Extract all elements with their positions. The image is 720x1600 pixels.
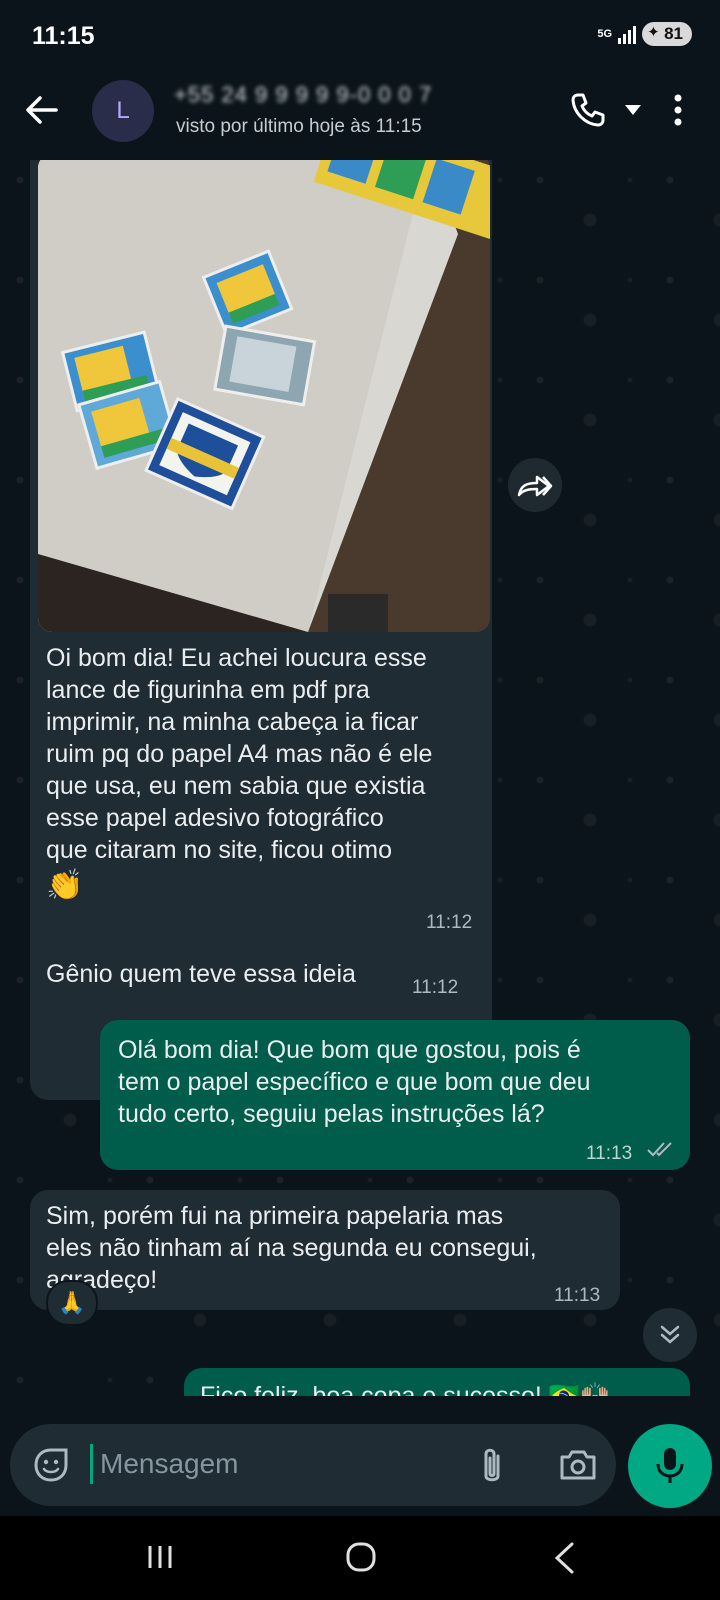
message-line: Olá bom dia! Que bom que gostou, pois é xyxy=(118,1036,581,1064)
status-time: 11:15 xyxy=(32,22,95,50)
chat-header: L +55 24 9 9 9 9 9-0 0 0 7 visto por últ… xyxy=(0,78,720,160)
stickers-photo[interactable] xyxy=(38,160,490,632)
system-navigation-bar xyxy=(0,1516,720,1600)
message-time: 11:13 xyxy=(554,1285,601,1306)
battery-indicator: ✦ 81 xyxy=(642,22,692,46)
camera-icon[interactable] xyxy=(558,1448,598,1482)
message-time: 11:12 xyxy=(412,977,459,998)
message-line: Sim, porém fui na primeira papelaria mas xyxy=(46,1202,504,1230)
forward-button[interactable] xyxy=(508,458,562,512)
status-bar: 11:15 5G ✦ 81 xyxy=(0,0,720,78)
voice-message-button[interactable] xyxy=(628,1424,712,1508)
caption-line: que usa, eu nem sabia que existia xyxy=(46,772,426,800)
double-chevron-down-icon xyxy=(660,1325,680,1344)
message-line: eles não tinham aí na segunda eu consegu… xyxy=(46,1234,537,1262)
message-bubble-incoming[interactable]: Sim, porém fui na primeira papelaria mas… xyxy=(30,1190,620,1310)
caption-line: que citaram no site, ficou otimo xyxy=(46,836,392,864)
message-time: 11:12 xyxy=(426,912,473,933)
microphone-icon xyxy=(656,1448,684,1483)
caption-line: ruim pq do papel A4 mas não é ele xyxy=(46,740,433,768)
call-options-caret-icon[interactable] xyxy=(624,104,642,116)
back-nav-icon[interactable] xyxy=(554,1542,574,1574)
message-line: tudo certo, seguiu pelas instruções lá? xyxy=(118,1100,545,1128)
contact-name[interactable]: +55 24 9 9 9 9 9-0 0 0 7 xyxy=(174,82,432,108)
network-type: 5G xyxy=(597,27,613,40)
message-caption: Oi bom dia! Eu achei loucura esse lance … xyxy=(46,642,486,906)
sticker-icon[interactable] xyxy=(32,1446,70,1484)
message-bubble-incoming[interactable]: Gênio quem teve essa ideia 11:12 xyxy=(30,946,478,1006)
home-icon[interactable] xyxy=(346,1542,376,1572)
message-time: 11:13 xyxy=(586,1143,633,1164)
message-line: agradeço! xyxy=(46,1266,158,1294)
status-icons: 5G ✦ 81 xyxy=(597,22,692,46)
message-text: Olá bom dia! Que bom que gostou, pois é … xyxy=(118,1034,591,1130)
message-bubble-outgoing[interactable]: Olá bom dia! Que bom que gostou, pois é … xyxy=(100,1020,690,1170)
message-input[interactable]: Mensagem xyxy=(100,1448,239,1480)
battery-saver-icon: ✦ xyxy=(647,24,660,41)
forward-icon xyxy=(517,475,553,497)
more-options-icon[interactable] xyxy=(674,94,682,126)
message-bubble-outgoing[interactable]: Fico feliz, boa copa e sucesso! 🇧🇷🙌🏼 xyxy=(184,1368,690,1396)
message-reaction[interactable]: 🙏 xyxy=(46,1280,98,1326)
contact-avatar[interactable]: L xyxy=(92,80,154,142)
battery-level: 81 xyxy=(664,24,683,43)
last-seen-status: visto por último hoje às 11:15 xyxy=(176,116,422,137)
message-text: Sim, porém fui na primeira papelaria mas… xyxy=(46,1200,537,1296)
message-composer: Mensagem xyxy=(10,1424,616,1506)
read-receipt-icon xyxy=(647,1142,672,1157)
message-list[interactable]: Oi bom dia! Eu achei loucura esse lance … xyxy=(0,160,720,1396)
back-arrow-icon[interactable] xyxy=(22,90,62,130)
caption-line: lance de figurinha em pdf pra xyxy=(46,676,370,704)
message-text: Gênio quem teve essa ideia xyxy=(46,960,356,988)
signal-icon xyxy=(618,24,637,44)
caption-line: imprimir, na minha cabeça ia ficar xyxy=(46,708,419,736)
text-cursor xyxy=(90,1444,93,1484)
scroll-to-bottom-button[interactable] xyxy=(643,1308,697,1362)
caption-line: Oi bom dia! Eu achei loucura esse xyxy=(46,644,427,672)
clapping-emoji: 👏 xyxy=(46,869,84,902)
message-text: Fico feliz, boa copa e sucesso! 🇧🇷🙌🏼 xyxy=(200,1382,612,1396)
photo-content xyxy=(38,160,490,632)
paperclip-icon[interactable] xyxy=(478,1446,506,1486)
voice-call-icon[interactable] xyxy=(570,92,606,128)
message-line: tem o papel específico e que bom que deu xyxy=(118,1068,591,1096)
recent-apps-icon[interactable] xyxy=(146,1544,174,1570)
caption-line: esse papel adesivo fotográfico xyxy=(46,804,384,832)
